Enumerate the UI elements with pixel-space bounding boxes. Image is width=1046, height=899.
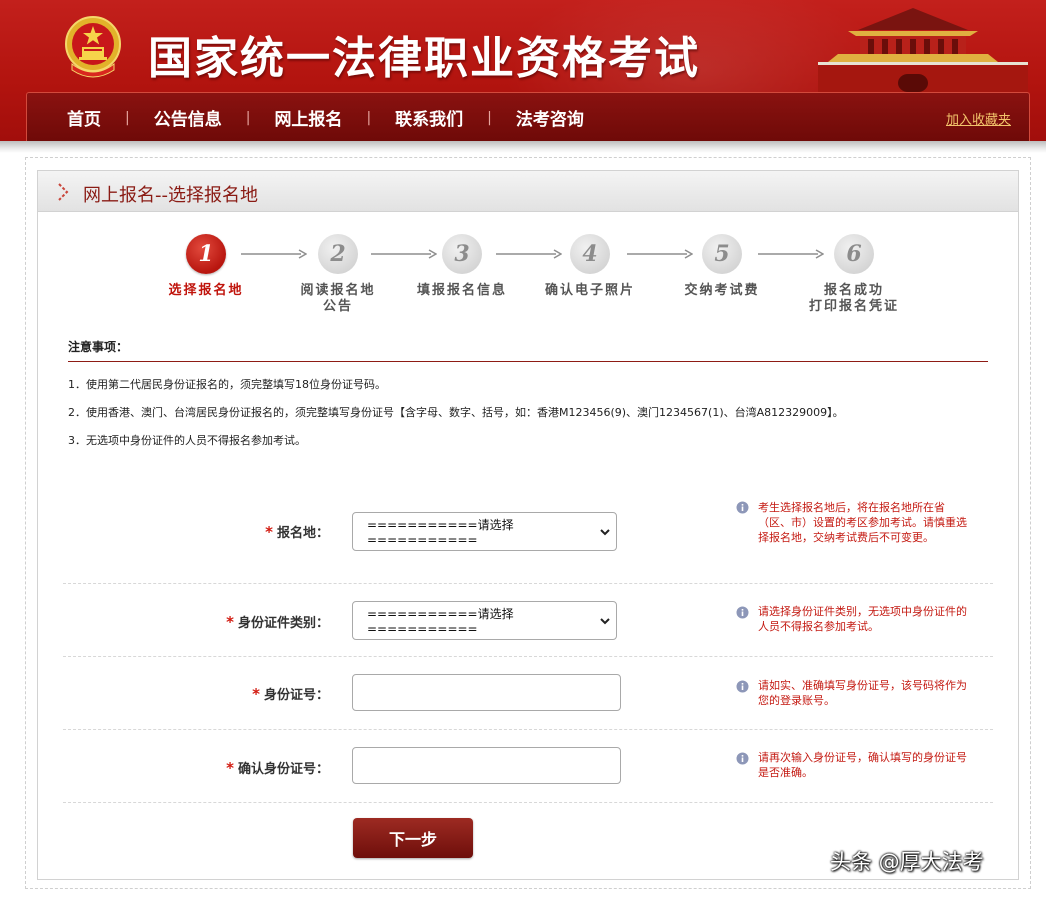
- notice-divider: [68, 361, 988, 362]
- step-1-label: 选择报名地: [168, 283, 244, 298]
- id-number-label: * 身份证号：: [252, 684, 329, 703]
- id-type-label-text: 身份证件类别：: [237, 616, 329, 631]
- notice-item: 2．使用香港、澳门、台湾居民身份证报名的，须完整填写身份证号【含字母、数字、括号…: [68, 406, 844, 419]
- step-arrow-icon: [758, 249, 824, 259]
- step-6-circle: 6: [834, 234, 874, 274]
- main-nav: 首页 | 公告信息 | 网上报名 | 联系我们 | 法考咨询 加入收藏夹: [26, 92, 1030, 141]
- confirm-id-number-label-text: 确认身份证号：: [237, 762, 329, 777]
- nav-separator: |: [245, 109, 251, 126]
- nav-home[interactable]: 首页: [67, 105, 101, 130]
- chevron-down-icon: [600, 618, 610, 625]
- id-number-hint: 请如实、准确填写身份证号，该号码将作为您的登录账号。: [758, 679, 967, 707]
- step-2-circle: 2: [318, 234, 358, 274]
- required-mark: *: [252, 685, 260, 703]
- nav-separator: |: [125, 109, 130, 126]
- required-mark: *: [265, 523, 273, 541]
- id-type-select[interactable]: ===========请选择===========: [352, 601, 617, 640]
- step-arrow-icon: [496, 249, 562, 259]
- step-6-label-line2: 打印报名凭证: [808, 299, 899, 314]
- notice-title: 注意事项：: [68, 340, 129, 354]
- info-icon: [736, 680, 749, 693]
- national-emblem-icon: [65, 16, 121, 78]
- step-3-circle: 3: [442, 234, 482, 274]
- step-1-circle: 1: [186, 234, 226, 274]
- id-type-hint: 请选择身份证件类别，无选项中身份证件的人员不得报名参加考试。: [758, 605, 967, 633]
- notice-item: 1．使用第二代居民身份证报名的，须完整填写18位身份证号码。: [68, 378, 386, 391]
- step-2-label: 阅读报名地 公告: [268, 283, 408, 315]
- step-2-label-line1: 阅读报名地: [300, 283, 376, 298]
- step-arrow-icon: [371, 249, 437, 259]
- step-arrow-icon: [627, 249, 693, 259]
- required-mark: *: [226, 759, 234, 777]
- step-5-circle: 5: [702, 234, 742, 274]
- registration-place-value: ===========请选择===========: [367, 518, 514, 547]
- watermark-text: 头条 @厚大法考: [830, 850, 984, 874]
- required-mark: *: [226, 613, 234, 631]
- step-6-label-line1: 报名成功: [823, 283, 884, 298]
- header-divider: [0, 141, 1046, 153]
- registration-place-label: * 报名地：: [265, 522, 329, 541]
- step-2-label-line2: 公告: [322, 299, 353, 314]
- confirm-id-number-hint: 请再次输入身份证号，确认填写的身份证号是否准确。: [758, 751, 967, 779]
- add-favorite-link[interactable]: 加入收藏夹: [946, 109, 1011, 128]
- nav-separator: |: [487, 109, 492, 126]
- id-type-label: * 身份证件类别：: [226, 612, 329, 631]
- notice-item: 3．无选项中身份证件的人员不得报名参加考试。: [68, 434, 306, 447]
- id-type-value: ===========请选择===========: [367, 607, 514, 636]
- chevron-right-icon: [58, 183, 69, 201]
- id-number-label-text: 身份证号：: [263, 688, 329, 703]
- nav-exam-consulting[interactable]: 法考咨询: [516, 105, 584, 130]
- chevron-down-icon: [600, 529, 610, 536]
- confirm-id-number-input[interactable]: [352, 747, 621, 784]
- step-6-label: 报名成功 打印报名凭证: [784, 283, 924, 315]
- info-icon: [736, 752, 749, 765]
- step-4-circle: 4: [570, 234, 610, 274]
- tiananmen-gate-icon: [818, 8, 1028, 92]
- site-title: 国家统一法律职业资格考试: [148, 33, 700, 84]
- site-header: 国家统一法律职业资格考试 首页 | 公告信息 | 网上报名 | 联系我们 | 法…: [0, 0, 1046, 143]
- confirm-id-number-label: * 确认身份证号：: [226, 758, 329, 777]
- step-arrow-icon: [241, 249, 307, 259]
- step-3-label: 填报报名信息: [416, 283, 507, 298]
- registration-place-select[interactable]: ===========请选择===========: [352, 512, 617, 551]
- row-divider: [63, 656, 993, 657]
- next-step-button[interactable]: 下一步: [353, 818, 473, 858]
- step-5-label: 交纳考试费: [684, 283, 760, 298]
- info-icon: [736, 606, 749, 619]
- panel-header: 网上报名--选择报名地: [38, 171, 1018, 212]
- row-divider: [63, 802, 993, 803]
- registration-place-hint: 考生选择报名地后，将在报名地所在省（区、市）设置的考区参加考试。请慎重选择报名地…: [758, 501, 967, 544]
- registration-place-label-text: 报名地：: [276, 526, 329, 541]
- row-divider: [63, 729, 993, 730]
- nav-online-registration[interactable]: 网上报名: [274, 105, 342, 130]
- row-divider: [63, 583, 993, 584]
- nav-announcements[interactable]: 公告信息: [154, 105, 222, 130]
- info-icon: [736, 501, 749, 514]
- step-4-label: 确认电子照片: [544, 283, 635, 298]
- nav-separator: |: [366, 109, 372, 126]
- panel-title: 网上报名--选择报名地: [83, 185, 258, 206]
- id-number-input[interactable]: [352, 674, 621, 711]
- nav-contact-us[interactable]: 联系我们: [395, 105, 463, 130]
